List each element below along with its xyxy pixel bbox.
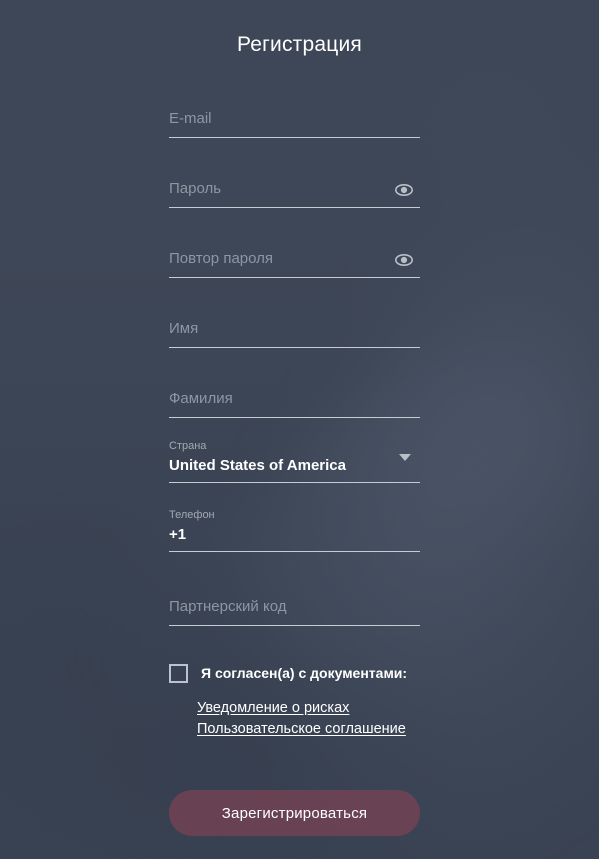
eye-icon[interactable] bbox=[394, 250, 414, 270]
password-repeat-placeholder: Повтор пароля bbox=[169, 250, 274, 267]
phone-label: Телефон bbox=[169, 509, 215, 521]
last-name-field[interactable]: Фамилия bbox=[169, 378, 420, 418]
documents-links: Уведомление о рисках Пользовательское со… bbox=[197, 698, 427, 740]
chevron-down-icon[interactable] bbox=[399, 454, 413, 478]
password-repeat-field[interactable]: Повтор пароля bbox=[169, 238, 420, 278]
phone-value: +1 bbox=[169, 526, 187, 543]
first-name-field[interactable]: Имя bbox=[169, 308, 420, 348]
password-field[interactable]: Пароль bbox=[169, 168, 420, 208]
country-value: United States of America bbox=[169, 457, 346, 474]
user-agreement-link[interactable]: Пользовательское соглашение bbox=[197, 719, 427, 740]
agreement-checkbox[interactable] bbox=[169, 663, 188, 683]
agreement-row: Я согласен(а) с документами: bbox=[169, 661, 429, 685]
country-label: Страна bbox=[169, 440, 207, 452]
register-button[interactable]: Зарегистрироваться bbox=[169, 790, 420, 836]
partner-code-field[interactable]: Партнерский код bbox=[169, 586, 420, 626]
first-name-placeholder: Имя bbox=[169, 320, 199, 337]
email-placeholder: E-mail bbox=[169, 110, 212, 127]
registration-form: Регистрация E-mail Пароль Повтор пароля … bbox=[0, 0, 599, 859]
page-title: Регистрация bbox=[237, 33, 362, 56]
risk-notice-link[interactable]: Уведомление о рисках bbox=[197, 698, 427, 719]
partner-code-placeholder: Партнерский код bbox=[169, 598, 287, 615]
email-field[interactable]: E-mail bbox=[169, 98, 420, 138]
password-placeholder: Пароль bbox=[169, 180, 222, 197]
country-select[interactable]: Страна United States of America bbox=[169, 440, 420, 483]
phone-field[interactable]: Телефон +1 bbox=[169, 509, 420, 552]
eye-icon[interactable] bbox=[394, 180, 414, 200]
last-name-placeholder: Фамилия bbox=[169, 390, 233, 407]
agreement-label: Я согласен(а) с документами: bbox=[201, 665, 408, 681]
